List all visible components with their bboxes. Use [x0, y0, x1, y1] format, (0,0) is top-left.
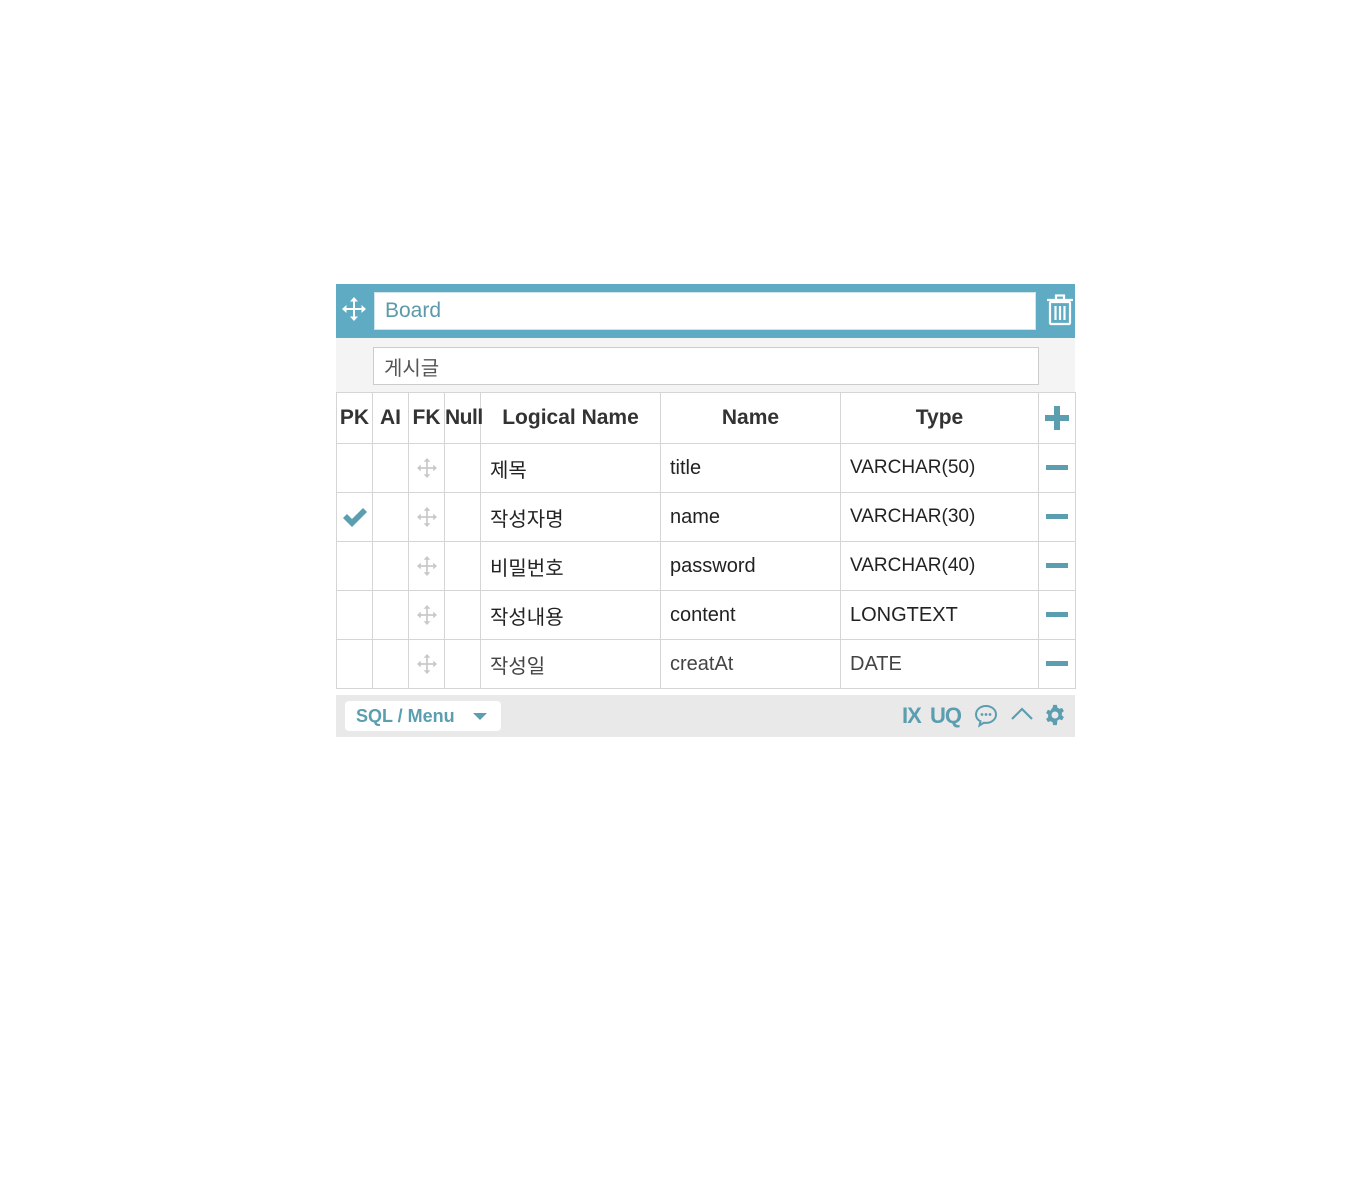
- logical-name-cell[interactable]: 비밀번호: [480, 541, 661, 591]
- move-icon[interactable]: [416, 654, 437, 674]
- fk-cell[interactable]: [408, 590, 445, 640]
- type-cell[interactable]: VARCHAR(50): [840, 443, 1039, 493]
- columns-table: PK AI FK Null Logical Name Name Type 제목 …: [336, 392, 1076, 689]
- move-icon[interactable]: [416, 507, 437, 527]
- fk-cell[interactable]: [408, 541, 445, 591]
- move-icon[interactable]: [416, 556, 437, 576]
- unique-button[interactable]: UQ: [930, 703, 962, 729]
- table-row: 비밀번호 password VARCHAR(40): [336, 541, 1076, 591]
- pk-cell[interactable]: [336, 541, 373, 591]
- logical-name-cell[interactable]: 작성자명: [480, 492, 661, 542]
- null-cell[interactable]: [444, 443, 481, 493]
- check-icon: [342, 508, 367, 527]
- null-cell[interactable]: [444, 639, 481, 689]
- remove-column-button[interactable]: [1038, 541, 1076, 591]
- name-cell[interactable]: content: [660, 590, 841, 640]
- ai-cell[interactable]: [372, 590, 409, 640]
- header-ai: AI: [372, 392, 409, 444]
- remove-column-button[interactable]: [1038, 443, 1076, 493]
- columns-header-row: PK AI FK Null Logical Name Name Type: [336, 392, 1076, 444]
- null-cell[interactable]: [444, 541, 481, 591]
- table-row: 작성일 creatAt DATE: [336, 639, 1076, 689]
- table-row: 작성자명 name VARCHAR(30): [336, 492, 1076, 542]
- pk-cell[interactable]: [336, 443, 373, 493]
- name-cell[interactable]: name: [660, 492, 841, 542]
- table-comment-row: [336, 338, 1075, 393]
- logical-name-cell[interactable]: 제목: [480, 443, 661, 493]
- table-header: [336, 284, 1075, 338]
- null-cell[interactable]: [444, 590, 481, 640]
- name-cell[interactable]: creatAt: [660, 639, 841, 689]
- fk-cell[interactable]: [408, 443, 445, 493]
- chevron-up-icon[interactable]: [1010, 705, 1034, 723]
- table-name-input[interactable]: [374, 292, 1036, 330]
- index-button[interactable]: IX: [902, 703, 922, 729]
- plus-icon[interactable]: [1044, 405, 1070, 431]
- ai-cell[interactable]: [372, 541, 409, 591]
- table-row: 작성내용 content LONGTEXT: [336, 590, 1076, 640]
- header-logical-name: Logical Name: [480, 392, 661, 444]
- logical-name-cell[interactable]: 작성내용: [480, 590, 661, 640]
- header-pk: PK: [336, 392, 373, 444]
- remove-column-button[interactable]: [1038, 639, 1076, 689]
- pk-cell[interactable]: [336, 492, 373, 542]
- ai-cell[interactable]: [372, 443, 409, 493]
- move-icon[interactable]: [342, 297, 366, 321]
- fk-cell[interactable]: [408, 639, 445, 689]
- table-comment-input[interactable]: [373, 347, 1039, 385]
- header-fk: FK: [408, 392, 445, 444]
- table-entity-panel: PK AI FK Null Logical Name Name Type: [336, 284, 1076, 737]
- move-icon[interactable]: [416, 605, 437, 625]
- name-cell[interactable]: password: [660, 541, 841, 591]
- minus-icon[interactable]: [1046, 464, 1068, 471]
- name-cell[interactable]: title: [660, 443, 841, 493]
- add-column-button[interactable]: [1038, 392, 1076, 444]
- header-type: Type: [840, 392, 1039, 444]
- ai-cell[interactable]: [372, 639, 409, 689]
- minus-icon[interactable]: [1046, 562, 1068, 569]
- header-name: Name: [660, 392, 841, 444]
- ai-cell[interactable]: [372, 492, 409, 542]
- trash-icon[interactable]: [1046, 294, 1074, 326]
- caret-down-icon: [473, 713, 487, 720]
- logical-name-cell[interactable]: 작성일: [480, 639, 661, 689]
- minus-icon[interactable]: [1046, 611, 1068, 618]
- table-footer: SQL / Menu IX UQ: [336, 695, 1075, 737]
- null-cell[interactable]: [444, 492, 481, 542]
- type-cell[interactable]: VARCHAR(30): [840, 492, 1039, 542]
- remove-column-button[interactable]: [1038, 492, 1076, 542]
- pk-cell[interactable]: [336, 590, 373, 640]
- fk-cell[interactable]: [408, 492, 445, 542]
- type-cell[interactable]: LONGTEXT: [840, 590, 1039, 640]
- sql-menu-label: SQL / Menu: [356, 706, 455, 726]
- gear-icon[interactable]: [1044, 704, 1066, 726]
- pk-cell[interactable]: [336, 639, 373, 689]
- type-cell[interactable]: DATE: [840, 639, 1039, 689]
- move-icon[interactable]: [416, 458, 437, 478]
- type-cell[interactable]: VARCHAR(40): [840, 541, 1039, 591]
- table-row: 제목 title VARCHAR(50): [336, 443, 1076, 493]
- header-null: Null: [444, 392, 483, 444]
- remove-column-button[interactable]: [1038, 590, 1076, 640]
- sql-menu-button[interactable]: SQL / Menu: [345, 701, 501, 731]
- minus-icon[interactable]: [1046, 513, 1068, 520]
- comment-icon[interactable]: [974, 704, 998, 728]
- minus-icon[interactable]: [1046, 660, 1068, 667]
